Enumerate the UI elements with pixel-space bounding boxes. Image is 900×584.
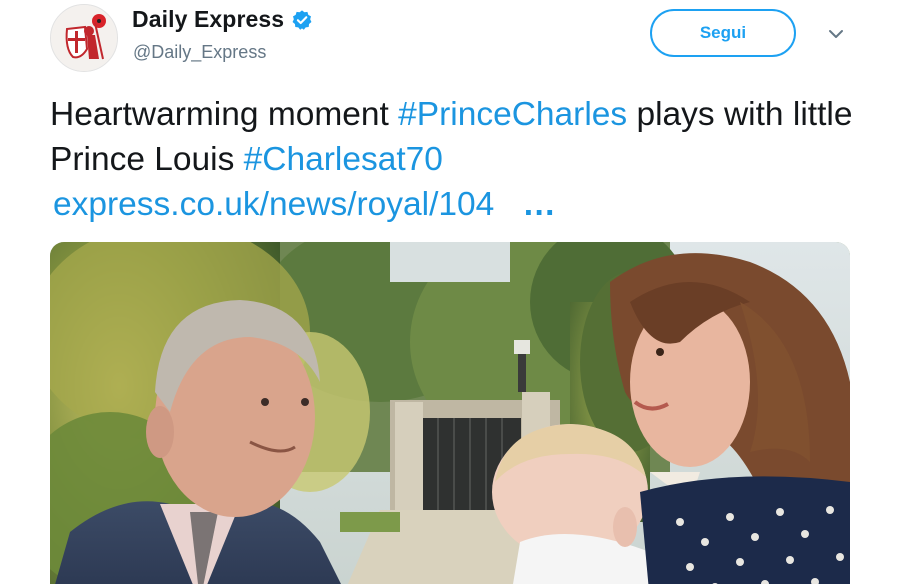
link-ellipsis: … (522, 186, 559, 223)
tweet-card: Daily Express @Daily_Express Segui Heart… (0, 0, 900, 584)
avatar[interactable] (50, 4, 118, 72)
tweet-text-part: Heartwarming moment (50, 96, 399, 133)
display-name[interactable]: Daily Express (132, 6, 284, 33)
tweet-text: Heartwarming moment #PrinceCharles plays… (50, 92, 870, 182)
chevron-down-icon[interactable] (826, 24, 846, 44)
handle[interactable]: @Daily_Express (133, 42, 266, 63)
article-link-text[interactable]: express.co.uk/news/royal/104 (53, 186, 494, 223)
follow-button[interactable]: Segui (650, 9, 796, 57)
hashtag-link[interactable]: #PrinceCharles (398, 96, 627, 133)
hashtag-link[interactable]: #Charlesat70 (244, 141, 443, 178)
verified-badge-icon (292, 9, 312, 30)
photo-charles-louis-kate-image (50, 242, 850, 584)
daily-express-crusader-logo-icon (51, 5, 117, 71)
tweet-photo[interactable] (50, 242, 850, 584)
name-row: Daily Express (132, 6, 313, 33)
article-link[interactable]: express.co.uk/news/royal/104 … (53, 182, 559, 227)
